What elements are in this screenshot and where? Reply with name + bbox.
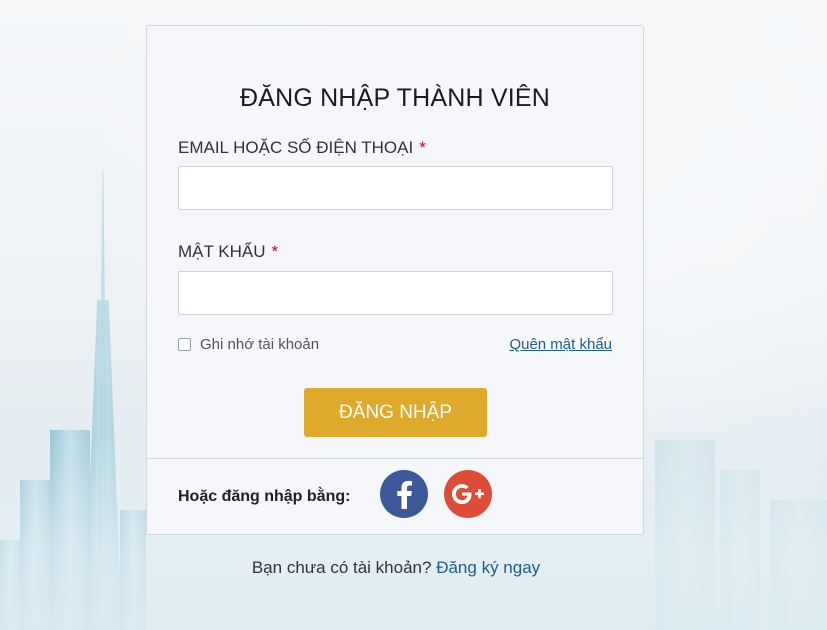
register-prompt: Bạn chưa có tài khoản? Đăng ký ngay <box>0 558 792 578</box>
password-label: MẬT KHẨU * <box>178 242 278 262</box>
email-input[interactable] <box>178 166 613 210</box>
register-prompt-text: Bạn chưa có tài khoản? <box>251 558 432 577</box>
password-label-text: MẬT KHẨU <box>178 242 266 261</box>
remember-checkbox[interactable] <box>178 338 191 351</box>
google-plus-icon <box>452 484 484 504</box>
email-label: EMAIL HOẶC SỐ ĐIỆN THOẠI * <box>178 138 426 158</box>
divider <box>147 458 643 459</box>
remember-account[interactable]: Ghi nhớ tài khoản <box>178 336 319 353</box>
register-link[interactable]: Đăng ký ngay <box>436 558 540 577</box>
login-button[interactable]: ĐĂNG NHẬP <box>304 388 487 437</box>
google-login-button[interactable] <box>444 470 492 518</box>
facebook-icon <box>397 480 412 509</box>
email-required-mark: * <box>419 138 426 157</box>
social-login-label: Hoặc đăng nhập bằng: <box>178 488 351 505</box>
login-title: ĐĂNG NHẬP THÀNH VIÊN <box>239 84 551 112</box>
password-required-mark: * <box>271 242 279 261</box>
login-card: ĐĂNG NHẬP THÀNH VIÊN EMAIL HOẶC SỐ ĐIỆN … <box>146 25 644 535</box>
password-input[interactable] <box>178 271 613 315</box>
forgot-password-link[interactable]: Quên mật khẩu <box>509 336 612 353</box>
email-label-text: EMAIL HOẶC SỐ ĐIỆN THOẠI <box>178 138 414 157</box>
facebook-login-button[interactable] <box>380 470 428 518</box>
remember-label: Ghi nhớ tài khoản <box>200 336 320 353</box>
